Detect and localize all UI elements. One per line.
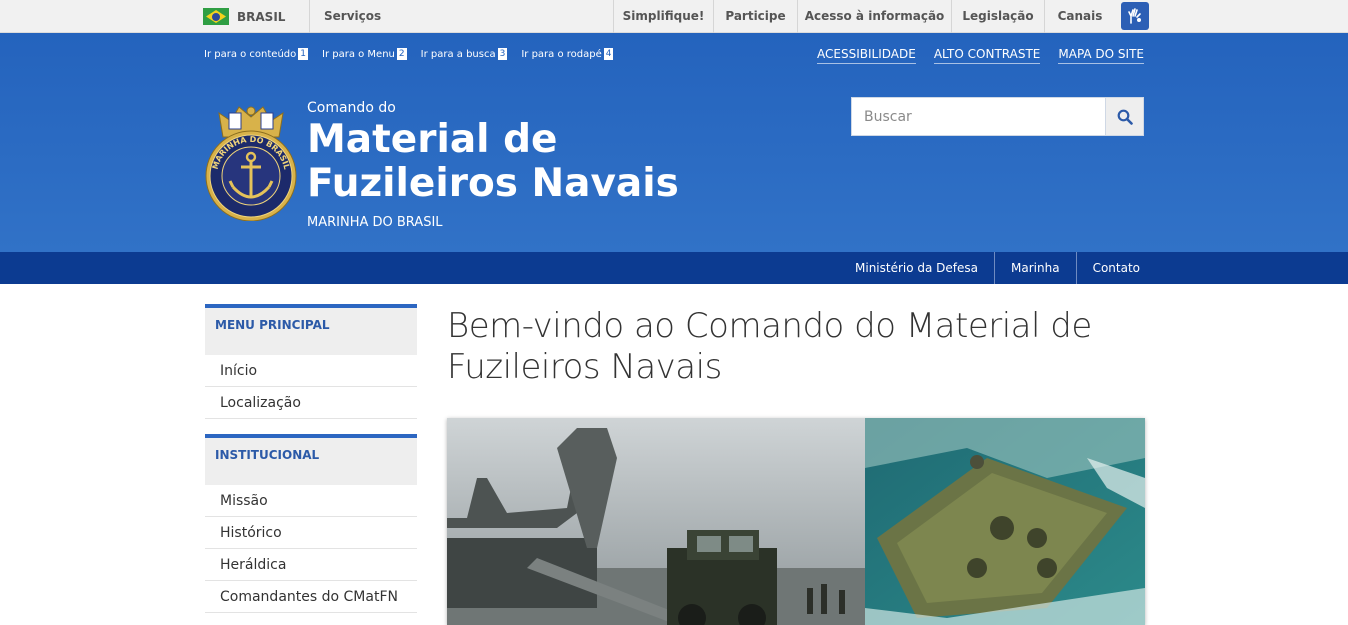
skip-links: Ir para o conteúdo 1 Ir para o Menu 2 Ir par… <box>204 48 614 60</box>
skip-link-shortcut-badge: 4 <box>603 48 614 60</box>
accessibility-link-0[interactable]: ACESSIBILIDADE <box>817 47 916 64</box>
site-title: Material de Fuzileiros Navais <box>307 117 679 206</box>
skip-link-label: Ir para o conteúdo <box>204 48 297 60</box>
site-pre-title: Comando do <box>307 100 396 116</box>
skip-link-shortcut-badge: 1 <box>298 48 308 60</box>
skip-link-4[interactable]: Ir para o rodapé 4 <box>521 48 614 60</box>
sidebar-section: MENU PRINCIPAL Início Localização <box>205 304 417 419</box>
sidebar-item[interactable]: Início <box>205 355 417 387</box>
accessibility-links: ACESSIBILIDADE ALTO CONTRASTE MAPA DO SITE <box>817 47 1144 64</box>
gov-top-bar: BRASIL Serviços Simplifique! Participe Ace… <box>0 0 1348 33</box>
sidebar-section-title: MENU PRINCIPAL <box>205 304 417 355</box>
sidebar-item[interactable]: Missão <box>205 485 417 517</box>
service-navbar: Ministério da Defesa Marinha Contato <box>0 252 1348 284</box>
search-form <box>851 97 1144 136</box>
brazil-flag-icon <box>203 8 229 25</box>
page-title: Bem-vindo ao Comando do Material de Fuzi… <box>447 306 1092 387</box>
hero-photo-illustration <box>447 418 1145 625</box>
gov-link-1[interactable]: Participe <box>713 0 797 33</box>
search-input[interactable] <box>851 97 1105 136</box>
gov-link-2[interactable]: Acesso à informação <box>797 0 951 33</box>
sidebar-item[interactable]: Heráldica <box>205 549 417 581</box>
brasil-label: BRASIL <box>237 9 286 24</box>
sidebar-section: INSTITUCIONAL Missão Histórico Heráldica Com… <box>205 434 417 613</box>
sidebar-item[interactable]: Histórico <box>205 517 417 549</box>
sidebar-item[interactable]: Localização <box>205 387 417 419</box>
sidebar-menu: MENU PRINCIPAL Início Localização INSTITUCI… <box>205 304 417 625</box>
govbar-divider <box>309 0 310 33</box>
hero-image <box>447 418 1145 625</box>
gov-link-4[interactable]: Canais <box>1044 0 1115 33</box>
sidebar-section-title: INSTITUCIONAL <box>205 434 417 485</box>
accessibility-link-2[interactable]: MAPA DO SITE <box>1058 47 1144 64</box>
navbar-links: Ministério da Defesa Marinha Contato <box>839 252 1156 284</box>
gov-link-3[interactable]: Legislação <box>951 0 1044 33</box>
hand-sign-icon <box>1128 8 1141 24</box>
marinha-emblem-icon: MARINHA DO BRASIL <box>205 106 297 221</box>
navbar-link-2[interactable]: Contato <box>1075 252 1156 284</box>
navbar-link-0[interactable]: Ministério da Defesa <box>839 252 994 284</box>
skip-link-3[interactable]: Ir para a busca 3 <box>421 48 508 60</box>
skip-link-shortcut-badge: 3 <box>497 48 508 60</box>
skip-link-label: Ir para a busca <box>420 48 496 60</box>
accessibility-link-1[interactable]: ALTO CONTRASTE <box>933 47 1041 64</box>
servicos-link[interactable]: Serviços <box>324 0 381 33</box>
brasil-link[interactable]: BRASIL <box>203 0 285 33</box>
libras-accessibility-button[interactable] <box>1121 2 1149 30</box>
skip-link-shortcut-badge: 2 <box>396 48 407 60</box>
site-header: Ir para o conteúdo 1 Ir para o Menu 2 Ir par… <box>0 33 1348 252</box>
gov-links: Simplifique! Participe Acesso à informação… <box>613 0 1115 33</box>
skip-link-2[interactable]: Ir para o Menu 2 <box>322 48 407 60</box>
site-title-block[interactable]: Comando do Material de Fuzileiros Navais… <box>307 99 767 230</box>
gov-link-0[interactable]: Simplifique! <box>613 0 713 33</box>
search-button[interactable] <box>1105 97 1144 136</box>
search-icon <box>1117 109 1133 125</box>
navbar-link-1[interactable]: Marinha <box>994 252 1076 284</box>
skip-link-1[interactable]: Ir para o conteúdo 1 <box>204 48 308 60</box>
site-post-title: MARINHA DO BRASIL <box>307 215 443 230</box>
skip-link-label: Ir para o rodapé <box>521 48 602 60</box>
sidebar-item[interactable]: Comandantes do CMatFN <box>205 581 417 613</box>
skip-link-label: Ir para o Menu <box>322 48 395 60</box>
